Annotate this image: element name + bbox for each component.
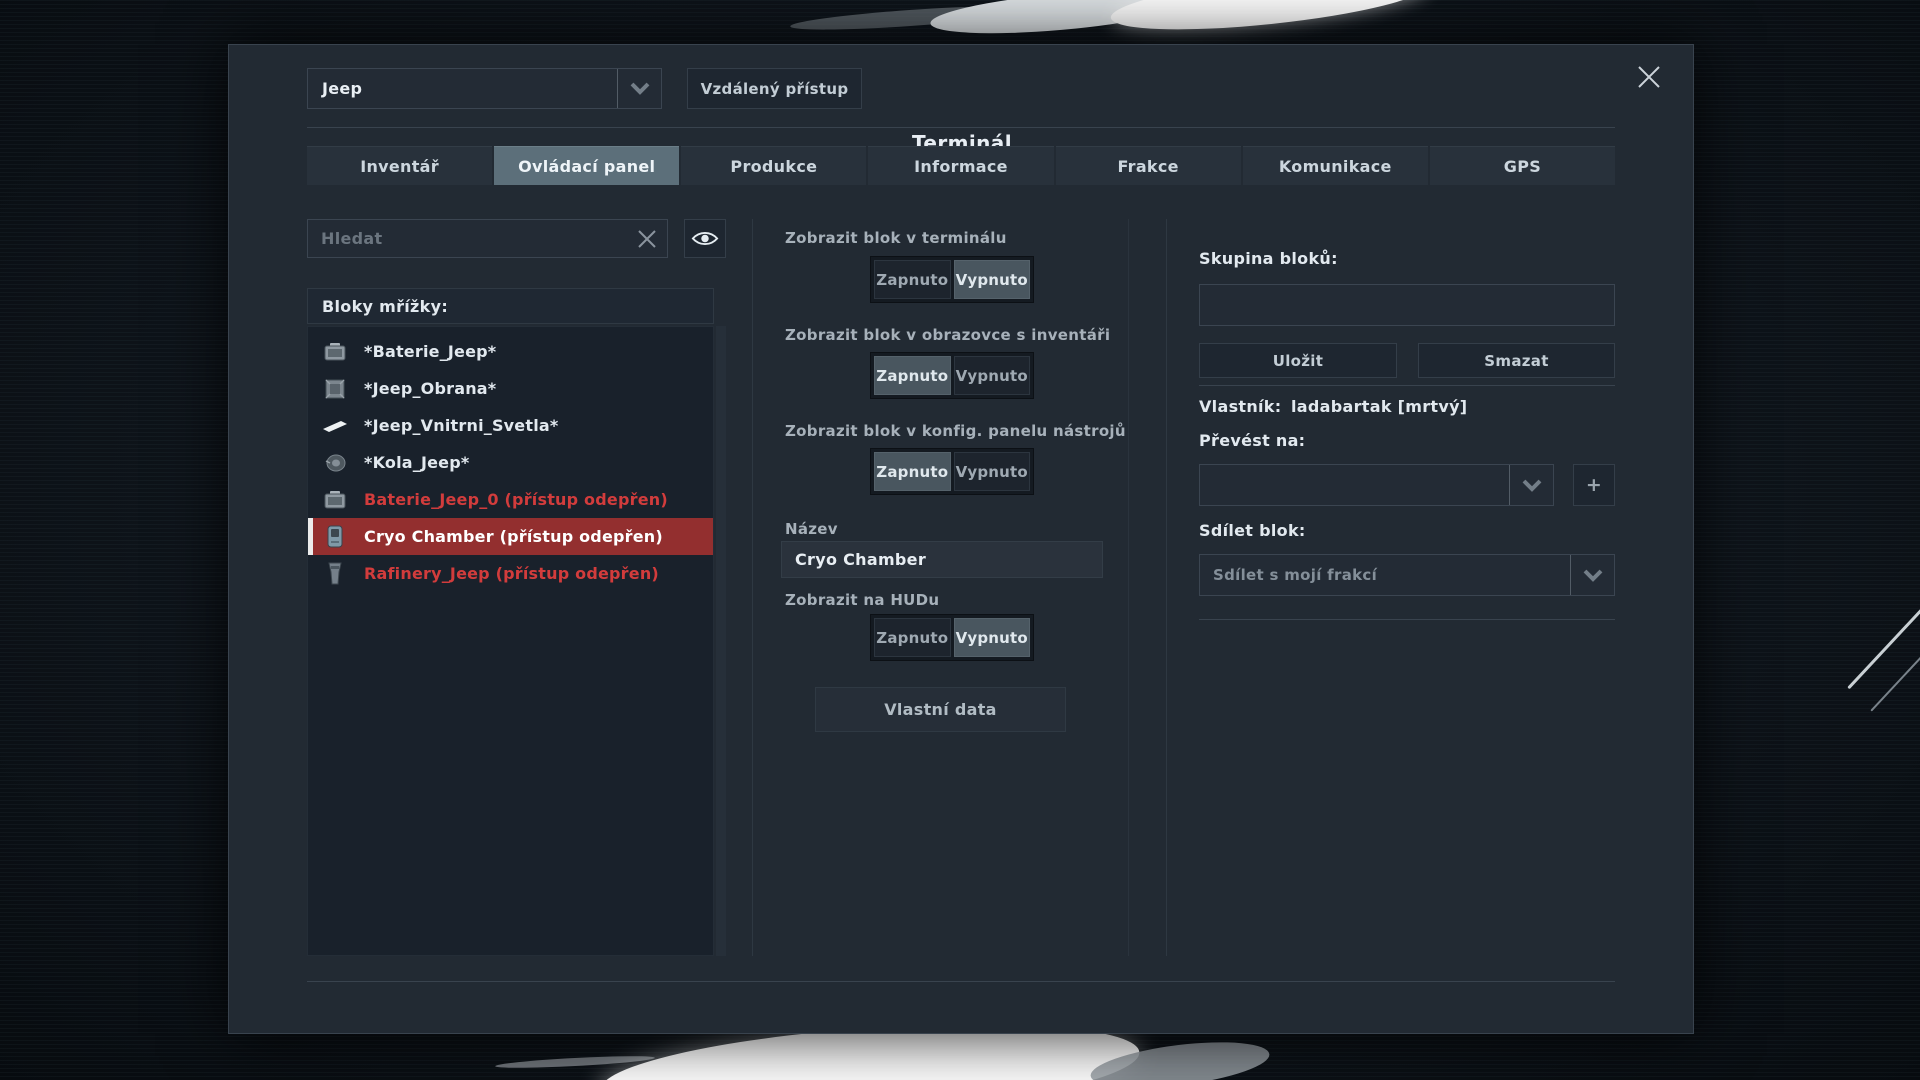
grid-selector-value: Jeep bbox=[308, 79, 617, 98]
tab-bar: Inventář Ovládací panel Produkce Informa… bbox=[307, 146, 1615, 185]
block-name: *Jeep_Vnitrni_Svetla* bbox=[364, 416, 558, 435]
armor-block-icon bbox=[321, 376, 349, 402]
toggle-on-button[interactable]: Zapnuto bbox=[874, 356, 951, 395]
save-button[interactable]: Uložit bbox=[1199, 343, 1397, 378]
tab-produkce[interactable]: Produkce bbox=[681, 146, 866, 185]
toggle-off-button[interactable]: Vypnuto bbox=[954, 260, 1031, 299]
clear-search-icon[interactable] bbox=[627, 220, 667, 257]
search-field bbox=[307, 219, 668, 258]
transfer-to-dropdown[interactable] bbox=[1199, 464, 1554, 506]
toggle-label: Zobrazit na HUDu bbox=[785, 591, 939, 609]
block-group-label: Skupina bloků: bbox=[1199, 249, 1338, 268]
tab-komunikace[interactable]: Komunikace bbox=[1243, 146, 1428, 185]
toggle-off-button[interactable]: Vypnuto bbox=[954, 618, 1031, 657]
block-name: *Baterie_Jeep* bbox=[364, 342, 496, 361]
close-button[interactable] bbox=[1627, 55, 1671, 99]
list-item[interactable]: Baterie_Jeep_0 (přístup odepřen) bbox=[308, 481, 713, 518]
owner-label: Vlastník: bbox=[1199, 397, 1281, 416]
tab-ovladaci-panel[interactable]: Ovládací panel bbox=[494, 146, 679, 185]
block-name: Cryo Chamber (přístup odepřen) bbox=[364, 527, 663, 546]
battery-icon bbox=[321, 339, 349, 365]
transfer-to-label: Převést na: bbox=[1199, 431, 1305, 450]
toggle-label: Zobrazit blok v konfig. panelu nástrojů bbox=[785, 422, 1126, 440]
delete-button[interactable]: Smazat bbox=[1418, 343, 1615, 378]
owner-value: ladabartak [mrtvý] bbox=[1291, 397, 1467, 416]
divider bbox=[1166, 219, 1167, 956]
toggle-on-button[interactable]: Zapnuto bbox=[874, 452, 951, 491]
chevron-down-icon bbox=[617, 69, 661, 108]
toggle-label: Zobrazit blok v obrazovce s inventáři bbox=[785, 326, 1110, 344]
toggle-show-in-terminal: Zapnuto Vypnuto bbox=[870, 256, 1034, 303]
light-streak bbox=[1847, 594, 1920, 690]
list-item[interactable]: *Jeep_Obrana* bbox=[308, 370, 713, 407]
custom-data-button[interactable]: Vlastní data bbox=[815, 687, 1066, 732]
interior-light-icon bbox=[321, 413, 349, 439]
grid-selector-dropdown[interactable]: Jeep bbox=[307, 68, 662, 109]
tab-frakce[interactable]: Frakce bbox=[1056, 146, 1241, 185]
toggle-on-button[interactable]: Zapnuto bbox=[874, 260, 951, 299]
search-input[interactable] bbox=[308, 220, 627, 257]
block-group-input[interactable] bbox=[1199, 284, 1615, 326]
divider bbox=[1199, 385, 1615, 386]
eye-icon bbox=[691, 230, 719, 247]
toggle-on-button[interactable]: Zapnuto bbox=[874, 618, 951, 657]
block-name: Rafinery_Jeep (přístup odepřen) bbox=[364, 564, 659, 583]
battery-icon bbox=[321, 487, 349, 513]
toggle-label: Zobrazit blok v terminálu bbox=[785, 229, 1007, 247]
chevron-down-icon bbox=[1570, 555, 1614, 595]
name-field-label: Název bbox=[785, 520, 838, 538]
block-name-input[interactable] bbox=[781, 541, 1103, 578]
block-list-scrollbar[interactable] bbox=[716, 326, 726, 956]
block-name: Baterie_Jeep_0 (přístup odepřen) bbox=[364, 490, 668, 509]
tab-gps[interactable]: GPS bbox=[1430, 146, 1615, 185]
toggle-show-in-toolbar-config: Zapnuto Vypnuto bbox=[870, 448, 1034, 495]
tab-inventar[interactable]: Inventář bbox=[307, 146, 492, 185]
share-block-value: Sdílet s mojí frakcí bbox=[1200, 566, 1570, 584]
remote-access-button[interactable]: Vzdálený přístup bbox=[687, 68, 862, 109]
tab-informace[interactable]: Informace bbox=[868, 146, 1053, 185]
share-block-dropdown[interactable]: Sdílet s mojí frakcí bbox=[1199, 554, 1615, 596]
wheel-icon bbox=[321, 450, 349, 476]
toggle-show-in-inventory-screen: Zapnuto Vypnuto bbox=[870, 352, 1034, 399]
list-item[interactable]: *Baterie_Jeep* bbox=[308, 333, 713, 370]
show-hidden-blocks-button[interactable] bbox=[684, 219, 726, 258]
block-name: *Jeep_Obrana* bbox=[364, 379, 496, 398]
refinery-icon bbox=[321, 561, 349, 587]
toggle-off-button[interactable]: Vypnuto bbox=[954, 452, 1031, 491]
divider bbox=[1128, 219, 1129, 956]
list-item[interactable]: *Jeep_Vnitrni_Svetla* bbox=[308, 407, 713, 444]
divider bbox=[307, 981, 1615, 982]
divider bbox=[307, 127, 1615, 128]
list-item[interactable]: *Kola_Jeep* bbox=[308, 444, 713, 481]
block-name: *Kola_Jeep* bbox=[364, 453, 469, 472]
chevron-down-icon bbox=[1509, 465, 1553, 505]
light-streak bbox=[1108, 0, 1431, 41]
block-list: *Baterie_Jeep* *Jeep_Obrana* *Jeep_Vnitr… bbox=[307, 326, 714, 956]
block-list-header: Bloky mřížky: bbox=[307, 288, 714, 324]
list-item[interactable]: Rafinery_Jeep (přístup odepřen) bbox=[308, 555, 713, 592]
add-owner-button[interactable]: + bbox=[1573, 464, 1615, 506]
toggle-off-button[interactable]: Vypnuto bbox=[954, 356, 1031, 395]
divider bbox=[752, 219, 753, 956]
close-icon bbox=[1636, 64, 1662, 90]
list-item-selected[interactable]: Cryo Chamber (přístup odepřen) bbox=[308, 518, 713, 555]
cryo-chamber-icon bbox=[321, 524, 349, 550]
share-block-label: Sdílet blok: bbox=[1199, 521, 1306, 540]
toggle-show-on-hud: Zapnuto Vypnuto bbox=[870, 614, 1034, 661]
terminal-window: Jeep Vzdálený přístup Terminál Inventář … bbox=[228, 44, 1694, 1034]
divider bbox=[1199, 619, 1615, 620]
